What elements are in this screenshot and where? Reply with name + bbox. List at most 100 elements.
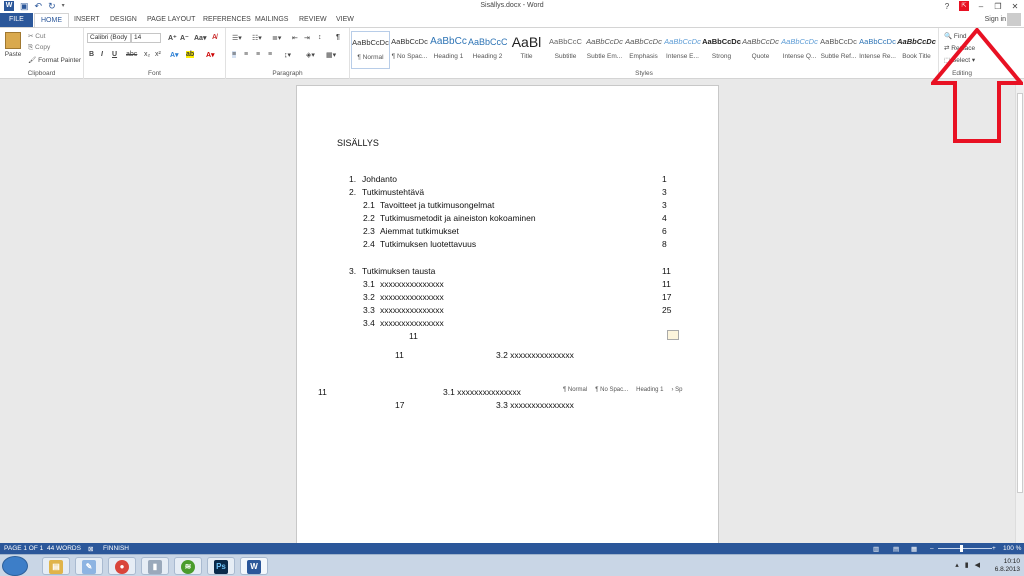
style-2[interactable]: AaBbCc Heading 1 [429,31,468,69]
mini-style-item[interactable]: ¶ No Spac... [595,387,628,393]
web-layout-icon[interactable]: ▦ [911,545,917,553]
proofing-icon[interactable]: ⊠ [88,545,93,553]
notepad-icon[interactable]: ✎ [75,557,103,575]
mini-style-item[interactable]: Heading 1 [636,387,663,393]
start-button[interactable] [2,556,28,576]
tab-view[interactable]: VIEW [336,13,354,27]
superscript-icon[interactable]: x² [155,51,161,58]
tab-page-layout[interactable]: PAGE LAYOUT [147,13,195,27]
print-layout-icon[interactable]: ▤ [893,545,899,553]
bold-icon[interactable]: B [89,51,94,58]
shading-icon[interactable]: ◈▾ [306,51,315,59]
tab-insert[interactable]: INSERT [74,13,100,27]
avatar[interactable] [1007,13,1021,26]
numbering-icon[interactable]: ☷▾ [252,34,262,42]
file-explorer-icon[interactable]: ▤ [42,557,70,575]
strikethrough-icon[interactable]: abc [126,51,137,58]
document-page[interactable]: SISÄLLYS 1. Johdanto 1 2. Tutkimustehtävä 3 2.… [296,85,719,543]
network-icon[interactable]: ▮ [965,561,969,569]
copy-button[interactable]: ⎘ Copy [28,44,50,52]
photoshop-icon[interactable]: Ps [207,557,235,575]
mini-style-item[interactable]: ¶ Normal [563,387,587,393]
underline-icon[interactable]: U [112,51,117,58]
shrink-font-icon[interactable]: A⁻ [180,34,189,42]
style-9[interactable]: AaBbCcDc Strong [702,31,741,69]
decrease-indent-icon[interactable]: ⇤ [292,34,298,42]
show-formatting-icon[interactable]: ¶ [336,34,340,41]
subscript-icon[interactable]: x₂ [144,51,150,58]
tab-mailings[interactable]: MAILINGS [255,13,288,27]
align-center-icon[interactable]: ≡ [244,51,248,58]
restore-button[interactable]: ❐ [993,2,1003,11]
increase-indent-icon[interactable]: ⇥ [304,34,310,42]
align-left-icon[interactable]: ≡ [232,51,237,58]
clear-formatting-icon[interactable]: A̸ [212,34,217,41]
media-icon[interactable]: ▮ [141,557,169,575]
multilevel-list-icon[interactable]: ≣▾ [272,34,281,42]
style-3[interactable]: AaBbCcC Heading 2 [468,31,507,69]
style-5[interactable]: AaBbCcC Subtitle [546,31,585,69]
text-effects-icon[interactable]: A▾ [170,51,179,59]
change-case-icon[interactable]: Aa▾ [194,34,206,42]
style-4[interactable]: AaBl Title [507,31,546,69]
highlight-icon[interactable]: ab [186,51,195,58]
document-area[interactable]: SISÄLLYS 1. Johdanto 1 2. Tutkimustehtävä 3 2.… [0,79,1015,543]
toc-entry-text: xxxxxxxxxxxxxxx [380,318,444,328]
align-right-icon[interactable]: ≡ [256,51,260,58]
page-count[interactable]: PAGE 1 OF 1 [4,545,43,552]
style-1[interactable]: AaBbCcDc ¶ No Spac... [390,31,429,69]
volume-icon[interactable]: ◀ [975,561,980,569]
paste-options-icon[interactable] [667,330,679,340]
borders-icon[interactable]: ▦▾ [326,51,336,59]
toc-entry-text: Aiemmat tutkimukset [380,226,459,236]
scrollbar-thumb[interactable] [1017,93,1023,493]
language-indicator[interactable]: FINNISH [103,545,129,552]
justify-icon[interactable]: ≡ [268,51,272,58]
style-11[interactable]: AaBbCcDc Intense Q... [780,31,819,69]
zoom-in-icon[interactable]: + [992,545,996,552]
font-color-icon[interactable]: A▾ [206,51,215,59]
style-10[interactable]: AaBbCcDc Quote [741,31,780,69]
style-0[interactable]: AaBbCcDc ¶ Normal [351,31,390,69]
style-12[interactable]: AaBbCcDc Subtle Ref... [819,31,858,69]
close-button[interactable]: ✕ [1010,2,1020,11]
format-painter-button[interactable]: 🖌 Format Painter [28,56,81,64]
minimize-button[interactable]: – [976,2,986,11]
bullets-icon[interactable]: ☰▾ [232,34,242,42]
style-13[interactable]: AaBbCcDc Intense Re... [858,31,897,69]
zoom-level[interactable]: 100 % [1003,545,1021,552]
font-size-select[interactable]: 14 [131,33,161,43]
zoom-slider[interactable] [938,548,992,549]
style-8[interactable]: AaBbCcDc Intense E... [663,31,702,69]
spotify-icon[interactable]: ≋ [174,557,202,575]
line-spacing-icon[interactable]: ↨▾ [284,51,291,59]
ribbon-display-options-icon[interactable]: ⇱ [959,1,969,11]
word-count[interactable]: 44 WORDS [47,545,81,552]
read-mode-icon[interactable]: ▥ [873,545,879,553]
tab-design[interactable]: DESIGN [110,13,137,27]
word-taskbar-icon[interactable]: W [240,557,268,575]
mini-style-item[interactable]: › Sp [672,387,683,393]
sort-icon[interactable]: ↕ [318,34,322,41]
clock[interactable]: 10:10 6.8.2013 [995,558,1020,574]
italic-icon[interactable]: I [101,51,103,58]
sign-in-link[interactable]: Sign in [985,16,1006,23]
style-6[interactable]: AaBbCcDc Subtle Em... [585,31,624,69]
font-name-select[interactable]: Calibri (Body [87,33,131,43]
tray-arrow-icon[interactable]: ▴ [955,561,959,569]
cut-button[interactable]: ✂ Cut [28,32,45,40]
vertical-scrollbar[interactable] [1015,79,1024,543]
help-icon[interactable]: ? [942,2,952,11]
tab-home[interactable]: HOME [34,13,69,27]
zoom-out-icon[interactable]: – [930,545,934,552]
tab-review[interactable]: REVIEW [299,13,327,27]
grow-font-icon[interactable]: A⁺ [168,34,177,42]
style-sample: AaBbCcDc [859,37,896,46]
paste-button[interactable]: Paste [4,32,22,60]
zoom-slider-knob[interactable] [960,545,963,552]
tab-references[interactable]: REFERENCES [203,13,251,27]
tab-file[interactable]: FILE [0,13,33,27]
style-7[interactable]: AaBbCcDc Emphasis [624,31,663,69]
toc-entry-text: xxxxxxxxxxxxxxx [380,305,444,315]
chrome-icon[interactable]: ● [108,557,136,575]
